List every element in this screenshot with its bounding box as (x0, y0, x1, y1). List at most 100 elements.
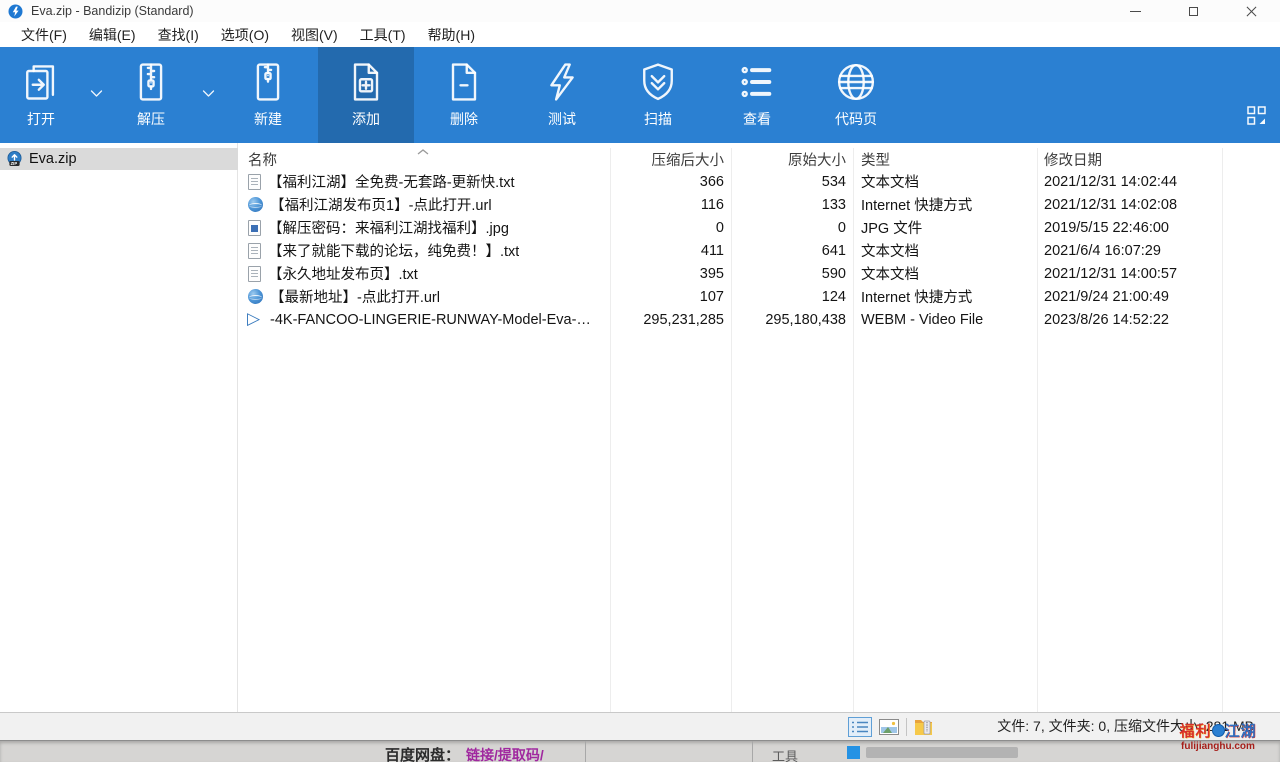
maximize-button[interactable] (1164, 0, 1222, 22)
globe-icon (834, 60, 878, 104)
file-type: JPG 文件 (853, 217, 1037, 238)
menu-edit[interactable]: 编辑(E) (78, 22, 147, 48)
menu-file[interactable]: 文件(F) (10, 22, 78, 48)
extract-dropdown-chevron[interactable] (197, 79, 219, 107)
extract-icon (129, 60, 173, 104)
toolbar-customize-icon[interactable] (1246, 105, 1268, 127)
column-header-name[interactable]: 名称 (240, 149, 610, 170)
sidebar-item-label: Eva.zip (29, 151, 77, 167)
table-row[interactable]: 【最新地址】-点此打开.url 107 124 Internet 快捷方式 20… (240, 285, 1280, 308)
file-type-icon (248, 197, 263, 212)
baidu-pan-link[interactable]: 链接/提取码/ (466, 745, 544, 762)
open-archive-icon (19, 60, 63, 104)
table-row[interactable]: 【福利江湖】全免费-无套路-更新快.txt 366 534 文本文档 2021/… (240, 170, 1280, 193)
status-summary: 文件: 7, 文件夹: 0, 压缩文件大小: 281 MB (997, 713, 1254, 740)
list-header: 名称 压缩后大小 原始大小 类型 修改日期 (240, 148, 1280, 170)
minimize-button[interactable] (1106, 0, 1164, 22)
menu-help[interactable]: 帮助(H) (417, 22, 486, 48)
column-header-original[interactable]: 原始大小 (731, 149, 853, 170)
file-name: -4K-FANCOO-LINGERIE-RUNWAY-Model-Eva-… (270, 312, 591, 328)
blue-square-icon (847, 746, 860, 759)
sidebar-item-archive[interactable]: ZIP Eva.zip (0, 148, 238, 170)
open-dropdown-chevron[interactable] (85, 79, 107, 107)
file-modified-date: 2023/8/26 14:52:22 (1037, 312, 1222, 328)
archive-folder-icon[interactable] (914, 718, 933, 736)
column-header-modified[interactable]: 修改日期 (1037, 149, 1222, 170)
view-button[interactable]: 查看 (725, 47, 789, 143)
title-bar: Eva.zip - Bandizip (Standard) (0, 0, 1280, 22)
file-type-icon (248, 312, 263, 328)
file-name: 【永久地址发布页】.txt (268, 263, 418, 284)
table-row[interactable]: -4K-FANCOO-LINGERIE-RUNWAY-Model-Eva-… 2… (240, 308, 1280, 331)
file-name: 【来了就能下载的论坛，纯免费！】.txt (268, 240, 519, 261)
menu-find[interactable]: 查找(I) (147, 22, 210, 48)
open-button[interactable]: 打开 (9, 47, 73, 143)
file-compressed-size: 0 (610, 220, 731, 236)
column-header-compressed[interactable]: 压缩后大小 (610, 149, 731, 170)
file-type-icon (248, 174, 261, 190)
file-name: 【福利江湖发布页1】-点此打开.url (270, 194, 492, 215)
file-compressed-size: 107 (610, 289, 731, 305)
file-type-icon (248, 266, 261, 282)
shield-scan-icon (636, 60, 680, 104)
file-compressed-size: 116 (610, 197, 731, 213)
file-modified-date: 2021/12/31 14:02:08 (1037, 197, 1222, 213)
file-compressed-size: 395 (610, 266, 731, 282)
file-modified-date: 2019/5/15 22:46:00 (1037, 220, 1222, 236)
details-view-icon[interactable] (848, 717, 872, 737)
add-button[interactable]: 添加 (334, 47, 398, 143)
file-type: 文本文档 (853, 240, 1037, 261)
strip-divider (752, 741, 753, 762)
file-rows: 【福利江湖】全免费-无套路-更新快.txt 366 534 文本文档 2021/… (240, 170, 1280, 331)
file-compressed-size: 411 (610, 243, 731, 259)
codepage-button[interactable]: 代码页 (818, 47, 894, 143)
file-compressed-size: 295,231,285 (610, 312, 731, 328)
file-name: 【解压密码：来福利江湖找福利】.jpg (268, 217, 509, 238)
table-row[interactable]: 【解压密码：来福利江湖找福利】.jpg 0 0 JPG 文件 2019/5/15… (240, 216, 1280, 239)
file-type: 文本文档 (853, 171, 1037, 192)
bandizip-app-icon (8, 4, 23, 19)
file-list: 名称 压缩后大小 原始大小 类型 修改日期 【福利江湖】全免费-无套路-更新快.… (240, 143, 1280, 712)
file-original-size: 534 (731, 174, 853, 190)
statusbar-divider (906, 718, 907, 736)
table-row[interactable]: 【永久地址发布页】.txt 395 590 文本文档 2021/12/31 14… (240, 262, 1280, 285)
menu-tools[interactable]: 工具(T) (349, 22, 417, 48)
image-preview-icon[interactable] (879, 719, 899, 735)
delete-button[interactable]: 删除 (432, 47, 496, 143)
strip-divider (585, 741, 586, 762)
menu-bar: 文件(F) 编辑(E) 查找(I) 选项(O) 视图(V) 工具(T) 帮助(H… (0, 22, 1280, 47)
scan-button[interactable]: 扫描 (626, 47, 690, 143)
new-archive-button[interactable]: 新建 (236, 47, 300, 143)
file-type: Internet 快捷方式 (853, 194, 1037, 215)
file-modified-date: 2021/12/31 14:02:44 (1037, 174, 1222, 190)
extract-button[interactable]: 解压 (119, 47, 183, 143)
table-row[interactable]: 【来了就能下载的论坛，纯免费！】.txt 411 641 文本文档 2021/6… (240, 239, 1280, 262)
svg-text:ZIP: ZIP (11, 160, 18, 165)
file-original-size: 0 (731, 220, 853, 236)
column-header-type[interactable]: 类型 (853, 149, 1037, 170)
file-original-size: 641 (731, 243, 853, 259)
menu-view[interactable]: 视图(V) (280, 22, 349, 48)
main-content: ZIP Eva.zip 名称 压缩后大小 原始大小 类型 修改日期 【福利江湖】… (0, 143, 1280, 712)
test-button[interactable]: 测试 (530, 47, 594, 143)
file-modified-date: 2021/6/4 16:07:29 (1037, 243, 1222, 259)
file-type-icon (248, 243, 261, 259)
file-type-icon (248, 220, 261, 236)
new-archive-icon (246, 60, 290, 104)
baidu-pan-label: 百度网盘： (385, 744, 460, 762)
file-original-size: 295,180,438 (731, 312, 853, 328)
file-type: Internet 快捷方式 (853, 286, 1037, 307)
lightning-icon (540, 60, 584, 104)
zip-archive-icon: ZIP (6, 151, 23, 168)
file-original-size: 133 (731, 197, 853, 213)
table-row[interactable]: 【福利江湖发布页1】-点此打开.url 116 133 Internet 快捷方… (240, 193, 1280, 216)
toolbar: 打开 解压 新建 添加 (0, 47, 1280, 143)
file-original-size: 124 (731, 289, 853, 305)
close-button[interactable] (1222, 0, 1280, 22)
file-original-size: 590 (731, 266, 853, 282)
add-file-icon (344, 60, 388, 104)
background-window-strip: 百度网盘： 链接/提取码/ 工具 (0, 740, 1280, 762)
menu-options[interactable]: 选项(O) (210, 22, 280, 48)
archive-tree-panel: ZIP Eva.zip (0, 143, 238, 712)
delete-file-icon (442, 60, 486, 104)
